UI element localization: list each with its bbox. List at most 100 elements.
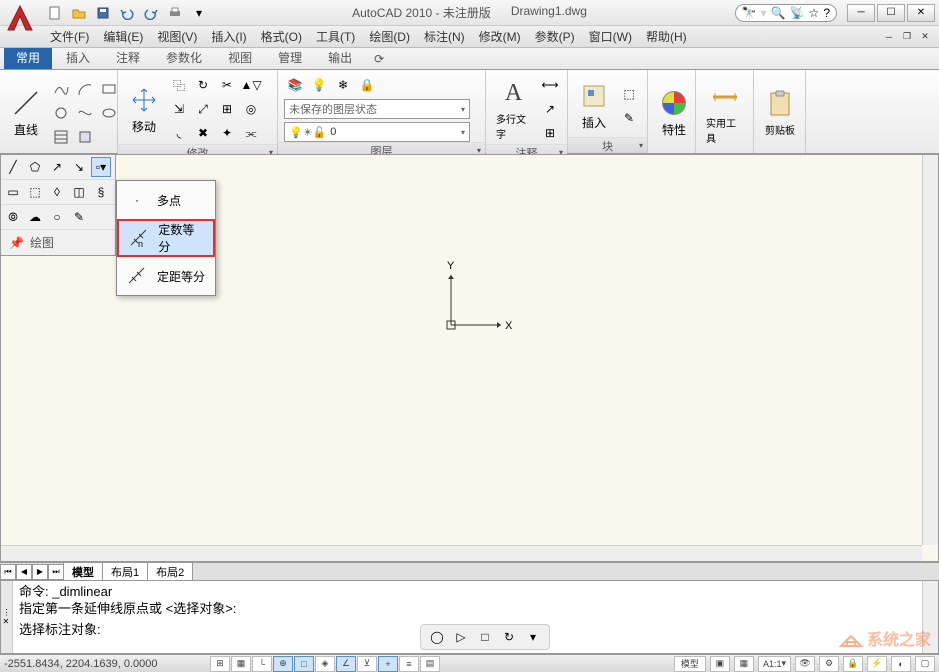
ortho-button[interactable]: └ <box>252 656 272 672</box>
minimize-button[interactable]: ─ <box>847 4 875 22</box>
lwt-button[interactable]: ≡ <box>399 656 419 672</box>
layer-on-icon[interactable]: 💡 <box>308 74 330 96</box>
layout-tab-1[interactable]: 布局1 <box>102 562 148 582</box>
layer-current-combo[interactable]: 💡☀🔓0 ▾ <box>284 122 470 142</box>
ltab-next-icon[interactable]: ▶ <box>32 564 48 580</box>
close-button[interactable]: ✕ <box>907 4 935 22</box>
isolate-icon[interactable]: ◐ <box>891 656 911 672</box>
nav-stop-icon[interactable]: □ <box>475 627 495 647</box>
tb-ray-icon[interactable]: ↘ <box>69 157 89 177</box>
nav-rec-icon[interactable]: ◯ <box>427 627 447 647</box>
tab-view[interactable]: 视图 <box>216 46 264 69</box>
tb-line-icon[interactable]: ╱ <box>3 157 23 177</box>
line-button[interactable]: 直线 <box>6 85 46 140</box>
layer-state-combo[interactable]: 未保存的图层状态 ▾ <box>284 99 470 119</box>
qat-dropdown-icon[interactable]: ▾ <box>188 3 210 23</box>
menu-edit[interactable]: 编辑(E) <box>103 28 143 45</box>
tb-rect-icon[interactable]: ▭ <box>3 182 23 202</box>
pline-icon[interactable] <box>50 78 72 100</box>
ducs-button[interactable]: ⊻ <box>357 656 377 672</box>
ellipse-icon[interactable] <box>98 102 120 124</box>
offset-icon[interactable]: ◎ <box>240 98 262 120</box>
tb-xline-icon[interactable]: ↗ <box>47 157 67 177</box>
tab-parametric[interactable]: 参数化 <box>154 46 214 69</box>
tb-3d-icon[interactable]: ◫ <box>69 182 89 202</box>
mdi-close[interactable]: ✕ <box>917 30 933 44</box>
ws-switch-icon[interactable]: ⚙ <box>819 656 839 672</box>
tb-polygon-icon[interactable]: ⬠ <box>25 157 45 177</box>
nav-refresh-icon[interactable]: ↻ <box>499 627 519 647</box>
snap-mode-button[interactable]: ⊞ <box>210 656 230 672</box>
block-edit-icon[interactable]: ✎ <box>618 107 640 129</box>
anno-scale-button[interactable]: A 1:1▾ <box>758 656 791 672</box>
tb-revision-icon[interactable]: ☁ <box>25 207 45 227</box>
layer-props-icon[interactable]: 📚 <box>284 74 306 96</box>
layout-tab-model[interactable]: 模型 <box>63 562 103 582</box>
anno-visibility-icon[interactable]: 👁 <box>795 656 815 672</box>
tb-donut-icon[interactable]: ⦾ <box>3 207 23 227</box>
pin-icon[interactable]: 📌 <box>9 236 24 250</box>
nav-play-icon[interactable]: ▷ <box>451 627 471 647</box>
tab-manage[interactable]: 管理 <box>266 46 314 69</box>
menu-help[interactable]: 帮助(H) <box>646 28 687 45</box>
mdi-minimize[interactable]: ─ <box>881 30 897 44</box>
spline-icon[interactable] <box>74 102 96 124</box>
rotate-icon[interactable]: ↻ <box>192 74 214 96</box>
qat-redo-icon[interactable] <box>140 3 162 23</box>
toolbar-lock-icon[interactable]: 🔒 <box>843 656 863 672</box>
tab-annotate[interactable]: 注释 <box>104 46 152 69</box>
stretch-icon[interactable]: ⇲ <box>168 98 190 120</box>
tb-region-icon[interactable]: ⬚ <box>25 182 45 202</box>
hardware-accel-icon[interactable]: ⚡ <box>867 656 887 672</box>
ltab-prev-icon[interactable]: ◀ <box>16 564 32 580</box>
tab-extra-icon[interactable]: ⟳ <box>366 49 392 69</box>
circle-icon[interactable] <box>50 102 72 124</box>
tab-home[interactable]: 常用 <box>4 46 52 69</box>
array-icon[interactable]: ⊞ <box>216 98 238 120</box>
menu-parametric[interactable]: 参数(P) <box>535 28 575 45</box>
polar-button[interactable]: ⊕ <box>273 656 293 672</box>
mirror-icon[interactable]: ▲▽ <box>240 74 262 96</box>
model-space-button[interactable]: 模型 <box>674 656 706 672</box>
explode-icon[interactable]: ✦ <box>216 122 238 144</box>
cmd-grip[interactable]: ⋮✕ <box>1 581 13 653</box>
leader-icon[interactable]: ↗ <box>539 98 561 120</box>
layer-freeze-icon[interactable]: ❄ <box>332 74 354 96</box>
menu-format[interactable]: 格式(O) <box>261 28 302 45</box>
tb-wipeout-icon[interactable]: ◊ <box>47 182 67 202</box>
nav-drop-icon[interactable]: ▾ <box>523 627 543 647</box>
properties-button[interactable]: 特性 <box>654 85 694 140</box>
ltab-first-icon[interactable]: ⏮ <box>0 564 16 580</box>
dim-linear-icon[interactable]: ⟷ <box>539 74 561 96</box>
tab-output[interactable]: 输出 <box>316 46 364 69</box>
rect-icon[interactable] <box>98 78 120 100</box>
trim-icon[interactable]: ✂ <box>216 74 238 96</box>
horizontal-scrollbar[interactable] <box>1 545 922 561</box>
qview-drawings-icon[interactable]: ▦ <box>734 656 754 672</box>
clean-screen-icon[interactable]: ▢ <box>915 656 935 672</box>
clipboard-button[interactable]: 剪贴板 <box>760 86 800 139</box>
menu-item-divide[interactable]: n 定数等分 <box>117 219 215 257</box>
create-block-icon[interactable]: ⬚ <box>618 83 640 105</box>
tb-sketch-icon[interactable]: ✎ <box>69 207 89 227</box>
table-icon[interactable]: ⊞ <box>539 122 561 144</box>
erase-icon[interactable]: ✖ <box>192 122 214 144</box>
copy-icon[interactable]: ⿻ <box>168 74 190 96</box>
menu-view[interactable]: 视图(V) <box>157 28 197 45</box>
menu-item-multipoint[interactable]: · 多点 <box>117 181 215 219</box>
maximize-button[interactable]: ☐ <box>877 4 905 22</box>
grid-button[interactable]: ▦ <box>231 656 251 672</box>
infocenter-search[interactable]: 🔭 ▾ 🔍 📡 ☆ ? <box>735 4 837 22</box>
menu-modify[interactable]: 修改(M) <box>479 28 521 45</box>
qat-save-icon[interactable] <box>92 3 114 23</box>
app-logo[interactable] <box>4 2 36 34</box>
menu-file[interactable]: 文件(F) <box>50 28 89 45</box>
menu-tools[interactable]: 工具(T) <box>316 28 355 45</box>
tb-point-icon[interactable]: ▫▾ <box>91 157 111 177</box>
qat-open-icon[interactable] <box>68 3 90 23</box>
osnap-button[interactable]: □ <box>294 656 314 672</box>
qp-button[interactable]: ▤ <box>420 656 440 672</box>
layer-lock-icon[interactable]: 🔒 <box>356 74 378 96</box>
qat-print-icon[interactable] <box>164 3 186 23</box>
scale-icon[interactable]: ⤢ <box>192 98 214 120</box>
